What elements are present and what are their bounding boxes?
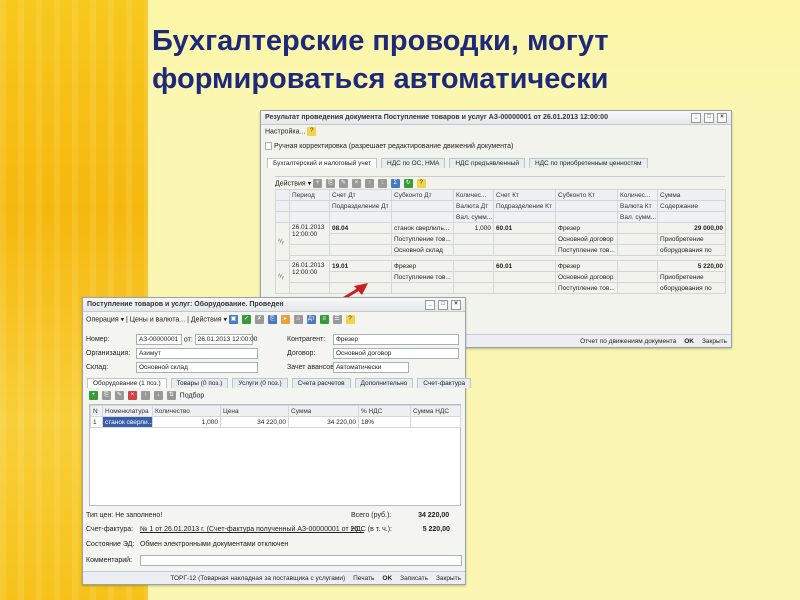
table-row[interactable]: ᴬ⁄ᵧ 26.01.2013 12:00:00 19.01 Фрезер 60.0… <box>275 260 726 294</box>
copy-icon[interactable]: ⎘ <box>101 391 111 400</box>
tab-invoice[interactable]: Счет-фактура <box>417 378 472 388</box>
manual-correction-checkbox[interactable] <box>265 142 272 150</box>
edit-icon[interactable]: ✎ <box>114 391 124 400</box>
result-titlebar: Результат проведения документа Поступлен… <box>261 111 731 125</box>
pick-button[interactable]: Подбор <box>180 392 205 399</box>
actions-menu[interactable]: Действия <box>191 316 222 323</box>
copy-icon[interactable]: ⎘ <box>267 315 277 324</box>
help-icon[interactable]: ? <box>416 179 426 188</box>
advance-field[interactable]: Автоматически <box>332 362 409 373</box>
table-row[interactable]: ᴬ⁄ᵧ 26.01.2013 12:00:00 08.04 станок свер… <box>275 222 726 261</box>
down-icon[interactable]: ↓ <box>377 179 387 188</box>
edit-icon[interactable]: ✎ <box>338 179 348 188</box>
number-field[interactable]: АЗ-00000001 <box>135 334 182 345</box>
edo-status: Обмен электронными документами отключен <box>139 541 289 548</box>
document-window: Поступление товаров и услуг: Оборудовани… <box>82 297 472 585</box>
sort-icon[interactable]: ⇅ <box>166 391 176 400</box>
counterparty-field[interactable]: Фрезер <box>332 334 459 345</box>
movements-icon[interactable]: ≡ <box>319 315 329 324</box>
print-button[interactable]: Печать <box>353 575 374 582</box>
document-toolbar: Операция ▾ | Цены и валюта... | Действия… <box>86 315 357 324</box>
prices-button[interactable]: Цены и валюта... <box>130 316 185 323</box>
manual-correction-label: Ручная корректировка (разрешает редактир… <box>273 142 514 150</box>
tab-equipment[interactable]: Оборудование (1 поз.) <box>87 378 167 388</box>
date-field[interactable]: 26.01.2013 12:00:00 <box>194 334 257 345</box>
basis-icon[interactable]: ▸ <box>280 315 290 324</box>
close-button[interactable]: Закрыть <box>702 338 727 345</box>
postings-table: Период Счет Дт Субконто Дт Количес... Сч… <box>275 189 726 294</box>
vat-value: 5 220,00 <box>422 526 450 533</box>
table-header-row: Период Счет Дт Субконто Дт Количес... Сч… <box>275 189 726 201</box>
close-icon[interactable]: × <box>717 112 727 123</box>
ok-button[interactable]: OK <box>684 338 694 345</box>
close-icon[interactable]: × <box>451 299 461 310</box>
comment-field[interactable] <box>139 555 462 566</box>
settings-menu[interactable]: Настройка... <box>265 128 305 135</box>
add-icon[interactable]: + <box>89 391 98 400</box>
torg-print-link[interactable]: ТОРГ-12 (Товарная накладная за поставщик… <box>170 575 345 582</box>
list-icon[interactable]: ☰ <box>332 315 342 324</box>
up-icon[interactable]: ↑ <box>364 179 374 188</box>
equipment-table: N Номенклатура Количество Цена Сумма % Н… <box>89 404 461 506</box>
close-button[interactable]: Закрыть <box>436 575 461 582</box>
operation-menu[interactable]: Операция <box>86 316 119 323</box>
dt-kt-icon[interactable]: Дт <box>306 315 316 324</box>
write-button[interactable]: Записать <box>400 575 428 582</box>
table-header-row: N Номенклатура Количество Цена Сумма % Н… <box>90 405 461 417</box>
table-row[interactable]: 1 станок сверли... 1,000 34 220,00 34 22… <box>90 416 461 428</box>
add-icon[interactable]: + <box>313 179 323 188</box>
invoice-link[interactable]: № 1 от 26.01.2013 г. (Счет-фактура получ… <box>140 526 364 533</box>
document-statusbar: ТОРГ-12 (Товарная накладная за поставщик… <box>83 571 465 584</box>
minimize-icon[interactable]: _ <box>691 112 701 123</box>
report-button[interactable]: Отчет по движениям документа <box>580 338 676 345</box>
ok-button[interactable]: OK <box>382 575 392 582</box>
price-type-label[interactable]: Тип цен: Не заполнено! <box>86 512 162 519</box>
sum-icon[interactable]: Σ <box>390 179 400 188</box>
tab-vat-fixed-assets[interactable]: НДС по ОС, НМА <box>381 158 446 168</box>
maximize-icon[interactable]: □ <box>438 299 448 310</box>
slide-title: Бухгалтерские проводки, могут формироват… <box>152 25 609 95</box>
unpost-icon[interactable]: ✗ <box>254 315 264 324</box>
actions-menu[interactable]: Действия <box>275 180 306 187</box>
tab-goods[interactable]: Товары (0 поз.) <box>170 378 229 388</box>
refresh-icon[interactable]: ↻ <box>403 179 413 188</box>
minimize-icon[interactable]: _ <box>425 299 435 310</box>
post-icon[interactable]: ✓ <box>241 315 251 324</box>
table-toolbar: + ⎘ ✎ × ↑ ↓ ⇅ Подбор <box>89 391 204 400</box>
tab-vat-claimed[interactable]: НДС предъявленный <box>449 158 525 168</box>
tab-vat-acquired[interactable]: НДС по приобретенным ценностям <box>528 158 648 168</box>
tab-accounts[interactable]: Счета расчетов <box>291 378 351 388</box>
down-icon[interactable]: ↓ <box>153 391 163 400</box>
document-titlebar: Поступление товаров и услуг: Оборудовани… <box>83 298 465 312</box>
tab-services[interactable]: Услуги (0 поз.) <box>232 378 288 388</box>
help-icon[interactable]: ? <box>345 315 355 324</box>
up-icon[interactable]: ↑ <box>140 391 150 400</box>
maximize-icon[interactable]: □ <box>704 112 714 123</box>
tab-additional[interactable]: Дополнительно <box>354 378 414 388</box>
copy-icon[interactable]: ⎘ <box>326 179 336 188</box>
structure-icon[interactable]: ⌂ <box>293 315 303 324</box>
total-value: 34 220,00 <box>418 512 450 519</box>
organization-field[interactable]: Азимут <box>135 348 258 359</box>
help-icon[interactable]: ? <box>307 127 317 136</box>
tab-accounting[interactable]: Бухгалтерский и налоговый учет <box>267 158 378 168</box>
delete-icon[interactable]: × <box>351 179 361 188</box>
save-icon[interactable]: ▣ <box>228 315 238 324</box>
warehouse-field[interactable]: Основной склад <box>135 362 258 373</box>
delete-icon[interactable]: × <box>127 391 137 400</box>
contract-field[interactable]: Основной договор <box>332 348 459 359</box>
